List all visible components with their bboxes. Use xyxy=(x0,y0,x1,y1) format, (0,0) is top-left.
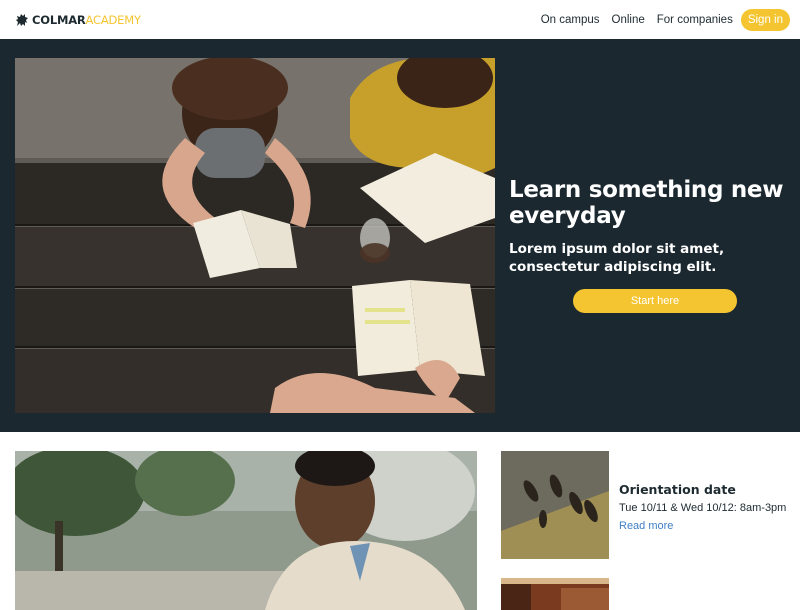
logo-text-academy: ACADEMY xyxy=(85,12,141,27)
lion-logo-icon xyxy=(16,13,28,26)
read-more-link[interactable]: Read more xyxy=(619,520,673,532)
event-title: Orientation date xyxy=(619,482,736,497)
hero-subtitle: Lorem ipsum dolor sit amet, consectetur … xyxy=(509,241,725,275)
event-thumbnail-2[interactable] xyxy=(501,578,609,610)
nav-link-for-companies[interactable]: For companies xyxy=(657,14,733,26)
start-here-button[interactable]: Start here xyxy=(573,289,737,313)
logo[interactable]: COLMARACADEMY xyxy=(15,13,141,27)
sign-in-button[interactable]: Sign in xyxy=(740,8,790,31)
hero-section: Learn something new everyday Lorem ipsum… xyxy=(0,39,800,432)
logo-text-colmar: COLMAR xyxy=(32,12,86,27)
nav-link-online[interactable]: Online xyxy=(612,14,645,26)
main-nav: On campus Online For companies Sign in xyxy=(529,8,790,31)
nav-link-on-campus[interactable]: On campus xyxy=(541,14,600,26)
event-info: Orientation date Tue 10/11 & Wed 10/12: … xyxy=(619,482,799,533)
hero-text: Learn something new everyday Lorem ipsum… xyxy=(509,177,789,276)
hero-photo xyxy=(15,58,495,413)
hero-title: Learn something new everyday xyxy=(509,177,784,229)
event-thumbnail[interactable] xyxy=(501,451,609,559)
site-header: COLMARACADEMY On campus Online For compa… xyxy=(0,0,800,39)
feature-photo xyxy=(15,451,477,610)
event-date: Tue 10/11 & Wed 10/12: 8am-3pm xyxy=(619,502,787,514)
